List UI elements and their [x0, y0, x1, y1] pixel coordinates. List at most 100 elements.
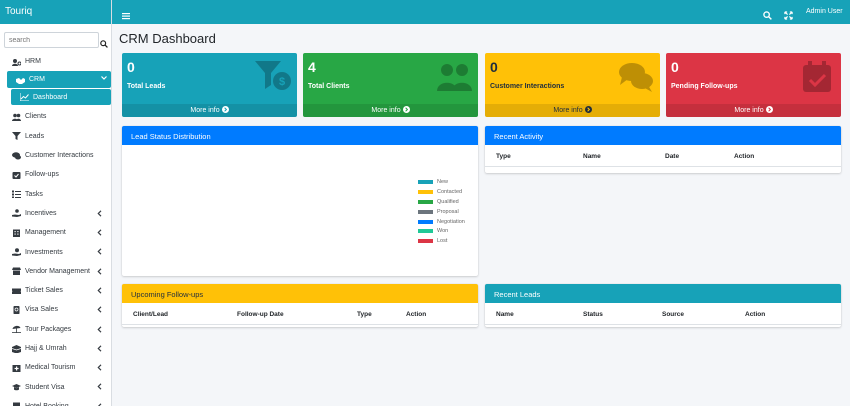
stat-label: Customer Interactions — [490, 83, 565, 90]
navbar-search-icon[interactable] — [763, 7, 772, 20]
hand-holding-usd-icon — [11, 248, 21, 257]
sidebar-item-hotel-booking[interactable]: Hotel Booking — [0, 397, 111, 406]
stat-label: Pending Follow-ups — [671, 83, 738, 90]
sidebar-item-management[interactable]: Management — [0, 223, 111, 242]
sidebar-item-tasks[interactable]: Tasks — [0, 184, 111, 203]
sidebar-item-visa-sales[interactable]: Visa Sales — [0, 300, 111, 319]
column-header[interactable]: Type — [357, 311, 372, 318]
sidebar: Touriq HRM CRM Dashboard Clients Leads Custom… — [0, 0, 112, 406]
legend-item[interactable]: Qualified — [418, 197, 465, 207]
brand-logo[interactable]: Touriq — [0, 0, 111, 24]
arrow-circle-right-icon — [402, 106, 410, 113]
legend-label: Qualified — [437, 198, 459, 205]
sidebar-item-leads[interactable]: Leads — [0, 127, 111, 146]
umbrella-beach-icon — [11, 325, 21, 334]
sidebar-item-customer-interactions[interactable]: Customer Interactions — [0, 146, 111, 165]
sidebar-item-hajj-umrah[interactable]: Hajj & Umrah — [0, 339, 111, 358]
column-header[interactable]: Action — [734, 153, 754, 160]
legend-swatch — [418, 199, 433, 204]
column-header[interactable]: Follow-up Date — [237, 311, 284, 318]
passport-icon — [11, 305, 21, 314]
svg-text:$: $ — [279, 76, 285, 88]
arrow-circle-right-icon — [584, 106, 592, 113]
legend-item[interactable]: Lost — [418, 236, 465, 246]
legend-swatch — [418, 189, 433, 194]
total-clients-box: 4 Total Clients More info — [303, 53, 478, 117]
column-header[interactable]: Action — [406, 311, 426, 318]
arrow-circle-right-icon — [221, 106, 229, 113]
sidebar-item-dashboard[interactable]: Dashboard — [11, 89, 111, 106]
funnel-icon — [11, 132, 21, 141]
tasks-icon — [11, 190, 21, 199]
divider — [122, 324, 478, 325]
top-navbar: Admin User — [112, 0, 850, 24]
chevron-left-icon — [97, 345, 102, 352]
page-title: CRM Dashboard — [119, 31, 216, 46]
kaaba-icon — [11, 344, 21, 353]
legend-item[interactable]: New — [418, 177, 465, 187]
column-header[interactable]: Status — [583, 311, 603, 318]
legend-item[interactable]: Proposal — [418, 207, 465, 217]
hospital-icon — [11, 363, 21, 372]
sidebar-item-tour-packages[interactable]: Tour Packages — [0, 320, 111, 339]
fullscreen-icon[interactable] — [784, 7, 793, 20]
more-info-link[interactable]: More info — [303, 104, 478, 117]
sidebar-search — [4, 32, 108, 48]
sidebar-item-hrm[interactable]: HRM — [0, 52, 111, 71]
chevron-left-icon — [97, 306, 102, 313]
sidebar-item-label: Medical Tourism — [25, 364, 76, 372]
stat-label: Total Clients — [308, 83, 350, 90]
more-info-link[interactable]: More info — [122, 104, 297, 117]
legend-label: Negotiation — [437, 218, 465, 225]
legend-swatch — [418, 219, 433, 224]
sidebar-item-follow-ups[interactable]: Follow-ups — [0, 165, 111, 184]
arrow-circle-right-icon — [765, 106, 773, 113]
sidebar-item-crm[interactable]: CRM — [7, 71, 111, 89]
sidebar-item-label: Customer Interactions — [25, 152, 94, 160]
sidebar-item-student-visa[interactable]: Student Visa — [0, 377, 111, 396]
legend-item[interactable]: Negotiation — [418, 217, 465, 227]
column-header[interactable]: Source — [662, 311, 684, 318]
menu-toggle-icon[interactable] — [122, 7, 130, 20]
recent-leads-card: Recent Leads Name Status Source Action — [485, 284, 841, 327]
stat-label: Total Leads — [127, 83, 166, 90]
column-header[interactable]: Name — [496, 311, 514, 318]
legend-label: Lost — [437, 238, 448, 245]
column-header[interactable]: Date — [665, 153, 679, 160]
sidebar-item-label: Visa Sales — [25, 306, 58, 314]
lead-status-card: Lead Status Distribution New Contacted Qua… — [122, 126, 478, 276]
stat-value: 0 — [127, 59, 135, 75]
sidebar-item-ticket-sales[interactable]: Ticket Sales — [0, 281, 111, 300]
sidebar-item-label: Management — [25, 229, 66, 237]
sidebar-item-incentives[interactable]: Incentives — [0, 204, 111, 223]
column-header[interactable]: Name — [583, 153, 601, 160]
legend-swatch — [418, 179, 433, 184]
sidebar-search-input[interactable] — [4, 32, 99, 48]
more-info-link[interactable]: More info — [666, 104, 841, 117]
legend-swatch — [418, 229, 433, 234]
card-title: Lead Status Distribution — [122, 126, 478, 145]
sidebar-item-label: Tasks — [25, 190, 43, 198]
column-header[interactable]: Action — [745, 311, 765, 318]
handshake-icon — [15, 75, 25, 84]
users-icon — [11, 112, 21, 121]
search-icon[interactable] — [100, 35, 108, 48]
column-header[interactable]: Client/Lead — [133, 311, 168, 318]
legend-item[interactable]: Won — [418, 226, 465, 236]
chevron-left-icon — [97, 383, 102, 391]
sidebar-item-clients[interactable]: Clients — [0, 107, 111, 126]
legend-item[interactable]: Contacted — [418, 187, 465, 197]
ticket-icon — [11, 286, 21, 295]
user-menu[interactable]: Admin User — [806, 8, 843, 15]
calendar-check-icon — [803, 61, 831, 92]
sidebar-item-medical-tourism[interactable]: Medical Tourism — [0, 358, 111, 377]
legend-swatch — [418, 209, 433, 214]
legend-label: Won — [437, 228, 449, 235]
hotel-icon — [11, 402, 21, 406]
more-info-link[interactable]: More info — [485, 104, 660, 117]
stat-value: 4 — [308, 59, 316, 75]
column-header[interactable]: Type — [496, 153, 511, 160]
sidebar-item-vendor-management[interactable]: Vendor Management — [0, 262, 111, 281]
sidebar-item-investments[interactable]: Investments — [0, 242, 111, 261]
divider — [485, 166, 841, 167]
